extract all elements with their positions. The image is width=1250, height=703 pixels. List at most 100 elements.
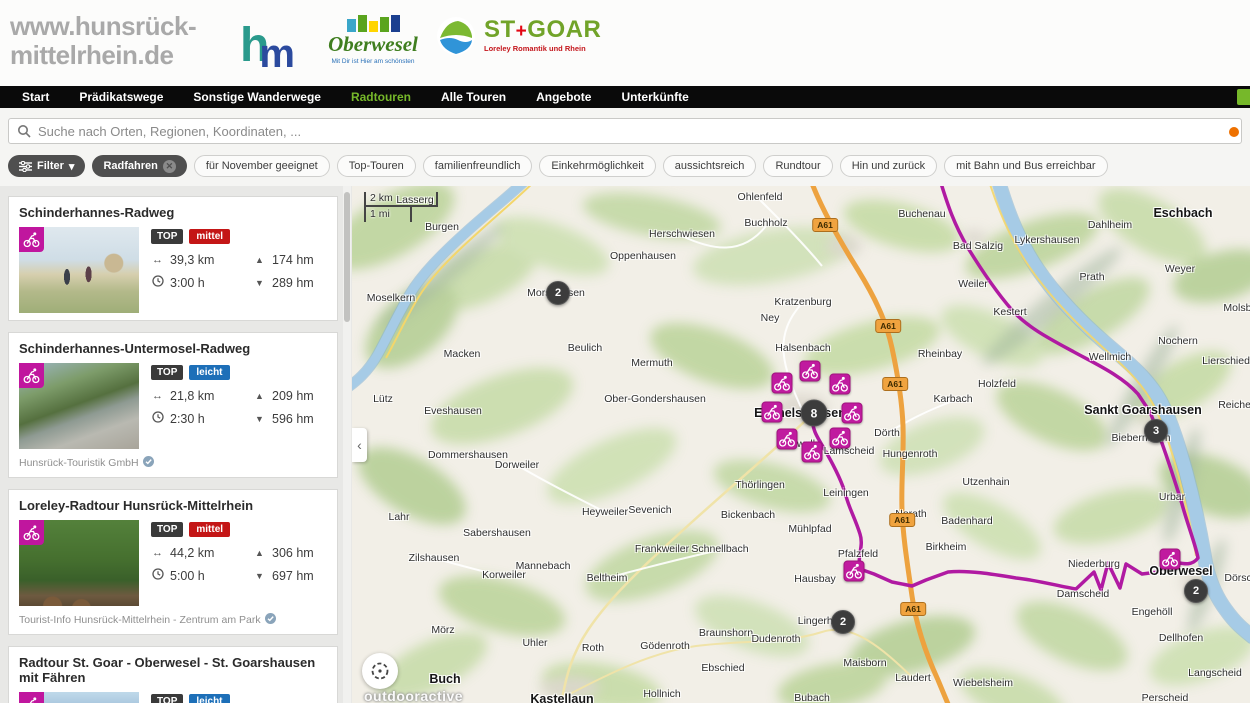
tour-title[interactable]: Schinderhannes-Radweg — [19, 205, 327, 220]
filter-chip[interactable]: familienfreundlich — [423, 155, 533, 177]
tour-card[interactable]: Schinderhannes-Untermosel-Radweg TOPleich… — [8, 332, 338, 478]
map-place-label: Sankt Goarshausen — [1084, 403, 1201, 417]
filter-chip[interactable]: für November geeignet — [194, 155, 330, 177]
list-scrollbar-thumb[interactable] — [344, 192, 350, 322]
map-cycling-tour-marker[interactable] — [844, 561, 865, 582]
filter-chip[interactable]: Einkehrmöglichkeit — [539, 155, 655, 177]
map-place-label: Lahr — [388, 511, 409, 523]
tour-source-text: Hunsrück-Touristik GmbH — [19, 457, 139, 469]
tour-title[interactable]: Radtour St. Goar - Oberwesel - St. Goars… — [19, 655, 327, 685]
filter-button[interactable]: Filter ▾ — [8, 155, 85, 177]
tour-descent-value: 697 hm — [272, 569, 314, 583]
hunsrueck-mittelrhein-logo[interactable]: hm — [240, 18, 295, 77]
tour-duration-value: 3:00 h — [170, 276, 205, 290]
site-title: www.hunsrück- mittelrhein.de — [10, 12, 196, 70]
tour-card[interactable]: Radtour St. Goar - Oberwesel - St. Goars… — [8, 646, 338, 703]
tour-title[interactable]: Schinderhannes-Untermosel-Radweg — [19, 341, 327, 356]
map-place-label: Niederburg — [1068, 558, 1120, 570]
tour-stats: ↔44,2 km▲306 hm5:00 h▼697 hm — [151, 546, 348, 583]
tour-card[interactable]: Schinderhannes-RadwegTOPmittel↔39,3 km▲1… — [8, 196, 338, 321]
map-place-label: Leiningen — [823, 487, 869, 499]
map-cycling-tour-marker[interactable] — [762, 402, 783, 423]
map-place-label: Laudert — [895, 672, 931, 684]
locate-me-button[interactable] — [362, 653, 398, 689]
tour-descent-value: 289 hm — [272, 276, 314, 290]
map-cycling-tour-marker[interactable] — [772, 373, 793, 394]
oberwesel-logo[interactable]: Oberwesel Mit Dir ist Hier am schönsten — [318, 14, 428, 65]
search-input[interactable]: Suche nach Orten, Regionen, Koordinaten,… — [8, 118, 1242, 144]
filter-chip[interactable]: mit Bahn und Bus erreichbar — [944, 155, 1107, 177]
filter-chip[interactable]: aussichtsreich — [663, 155, 757, 177]
nav-item-alle-touren[interactable]: Alle Touren — [441, 90, 506, 104]
map-cluster-marker[interactable]: 8 — [801, 400, 828, 427]
filter-chip[interactable]: Rundtour — [763, 155, 832, 177]
map-place-label: Burgen — [425, 221, 459, 233]
tour-card-body: TOPleicht↔21,8 km▲209 hm2:30 h▼596 hm — [19, 363, 327, 449]
remove-filter-icon[interactable]: ✕ — [163, 160, 176, 173]
highway-shield-a61: A61 — [900, 602, 926, 616]
tour-card[interactable]: Loreley-Radtour Hunsrück-MittelrheinTOPm… — [8, 489, 338, 635]
map-place-label: Holzfeld — [978, 378, 1016, 390]
tour-thumbnail[interactable] — [19, 692, 139, 703]
collapse-panel-button[interactable]: ‹ — [352, 428, 367, 462]
tour-length: ↔44,2 km — [151, 546, 253, 560]
map-place-label: Bickenbach — [721, 509, 775, 521]
highway-shield-a61: A61 — [812, 218, 838, 232]
difficulty-badge: leicht — [189, 365, 229, 380]
tour-duration: 5:00 h — [151, 568, 253, 583]
nav-right-button-partial[interactable] — [1237, 89, 1250, 105]
map-place-label: Gödenroth — [640, 640, 690, 652]
nav-item-radtouren[interactable]: Radtouren — [351, 90, 411, 104]
map-canvas[interactable]: LassergBurgenMoselkernOppenhausenHerschw… — [352, 186, 1250, 703]
map-place-label: Reichenberg — [1218, 399, 1250, 411]
map-cluster-marker[interactable]: 2 — [546, 281, 570, 305]
map-cluster-marker[interactable]: 3 — [1144, 419, 1168, 443]
map-place-label: Nochern — [1158, 335, 1198, 347]
map-place-label: Damscheid — [1057, 588, 1110, 600]
tour-duration: 2:30 h — [151, 411, 253, 426]
map-place-label: Braunshorn — [699, 627, 753, 639]
tour-thumbnail[interactable] — [19, 520, 139, 606]
map-cycling-tour-marker[interactable] — [830, 428, 851, 449]
tour-title[interactable]: Loreley-Radtour Hunsrück-Mittelrhein — [19, 498, 327, 513]
map-cycling-tour-marker[interactable] — [842, 403, 863, 424]
map-attribution[interactable]: outdooractive — [364, 688, 463, 703]
map-cluster-marker[interactable]: 2 — [1184, 579, 1208, 603]
tour-stats: ↔21,8 km▲209 hm2:30 h▼596 hm — [151, 389, 348, 426]
map-cycling-tour-marker[interactable] — [800, 361, 821, 382]
nav-item-pr-dikatswege[interactable]: Prädikatswege — [79, 90, 163, 104]
st-goar-plus: + — [516, 21, 528, 42]
st-goar-logo-text: ST+GOAR Loreley Romantik und Rhein — [484, 16, 601, 53]
active-filter-chip-radfahren[interactable]: Radfahren ✕ — [92, 155, 186, 177]
filter-chip[interactable]: Top-Touren — [337, 155, 416, 177]
list-scrollbar[interactable] — [343, 186, 351, 703]
ascent-icon: ▲ — [253, 391, 266, 401]
cycling-category-icon — [19, 363, 44, 388]
nav-item-unterk-nfte[interactable]: Unterkünfte — [621, 90, 688, 104]
map-place-label: Dorweiler — [495, 459, 539, 471]
tour-stats: ↔39,3 km▲174 hm3:00 h▼289 hm — [151, 253, 348, 290]
map-place-label: Engehöll — [1132, 606, 1173, 618]
tour-thumbnail[interactable] — [19, 227, 139, 313]
map-place-label: Mörz — [431, 624, 454, 636]
map-place-label: Mannebach — [516, 560, 571, 572]
filter-chip[interactable]: Hin und zurück — [840, 155, 937, 177]
nav-item-angebote[interactable]: Angebote — [536, 90, 591, 104]
nav-item-sonstige-wanderwege[interactable]: Sonstige Wanderwege — [193, 90, 321, 104]
map-cycling-tour-marker[interactable] — [802, 442, 823, 463]
st-goar-logo[interactable]: ST+GOAR Loreley Romantik und Rhein — [436, 16, 601, 61]
map-cycling-tour-marker[interactable] — [1160, 549, 1181, 570]
map-place-label: Dörth — [874, 427, 900, 439]
tour-length: ↔39,3 km — [151, 253, 253, 267]
map-cycling-tour-marker[interactable] — [777, 429, 798, 450]
map-place-label: Buch — [429, 672, 460, 686]
nav-item-start[interactable]: Start — [22, 90, 49, 104]
map-cluster-marker[interactable]: 2 — [831, 610, 855, 634]
map-cycling-tour-marker[interactable] — [830, 374, 851, 395]
tour-source[interactable]: Hunsrück-Touristik GmbH — [19, 456, 327, 470]
map-place-label: Beulich — [568, 342, 602, 354]
tour-thumbnail[interactable] — [19, 363, 139, 449]
map-place-label: Maisborn — [843, 657, 886, 669]
tour-source[interactable]: Tourist-Info Hunsrück-Mittelrhein - Zent… — [19, 613, 327, 627]
oberwesel-square — [347, 19, 356, 32]
